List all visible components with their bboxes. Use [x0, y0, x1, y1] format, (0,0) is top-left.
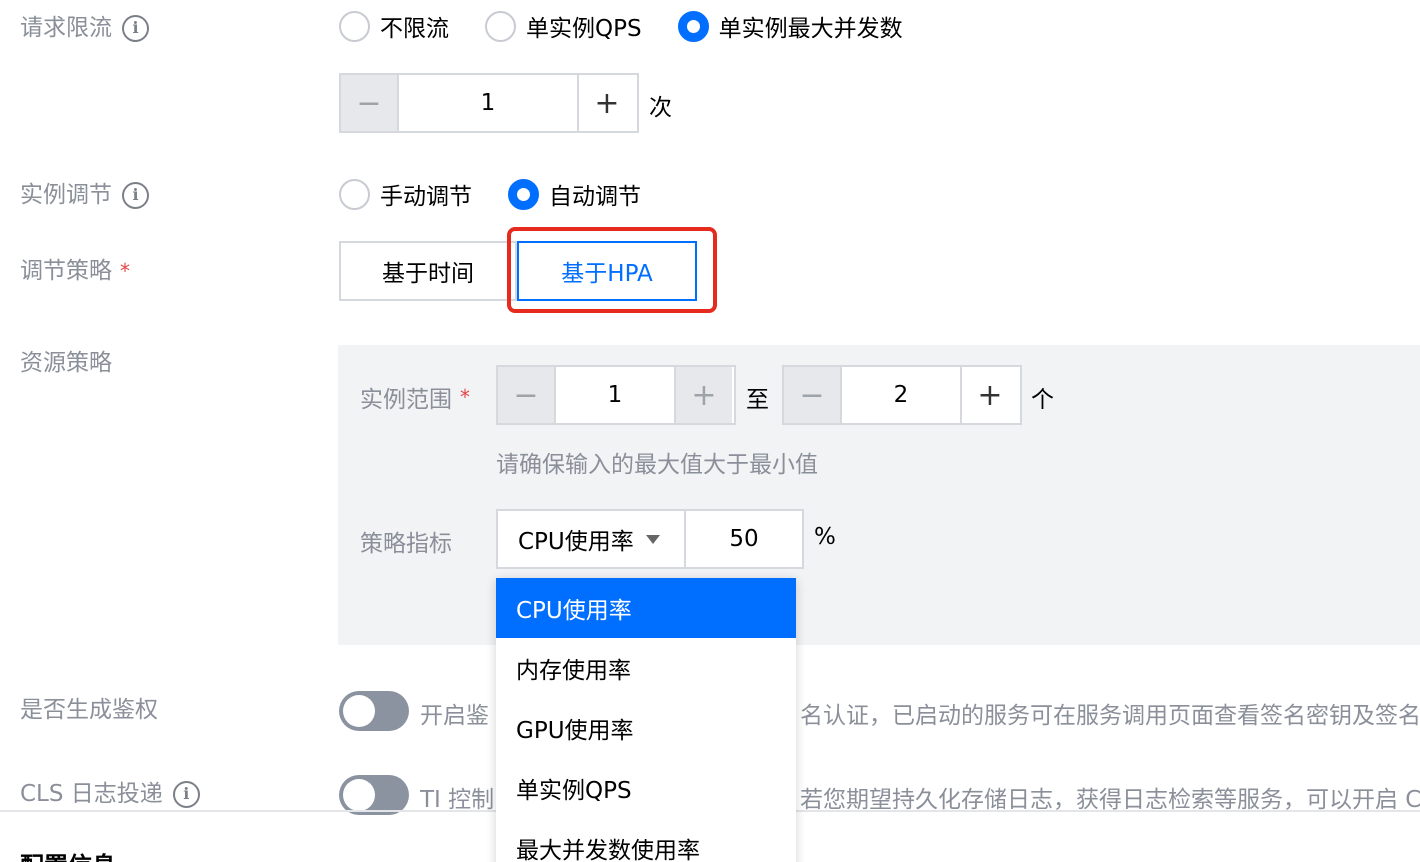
resource-policy-label: 资源策略	[20, 350, 112, 376]
instance-max-value[interactable]: 2	[842, 367, 960, 423]
radio-label: 不限流	[380, 16, 449, 42]
metric-label: 策略指标	[360, 531, 452, 557]
required-mark: *	[120, 259, 130, 283]
adjust-policy-label-text: 调节策略	[20, 258, 112, 284]
decrement-button[interactable]: −	[784, 367, 842, 423]
rate-limit-stepper: − 1 +	[339, 73, 639, 133]
decrement-button[interactable]: −	[341, 75, 399, 131]
required-mark: *	[460, 385, 470, 409]
instance-max-stepper: − 2 +	[782, 365, 1022, 425]
instance-range-label: 实例范围 *	[360, 380, 470, 414]
dropdown-option-memory[interactable]: 内存使用率	[496, 638, 796, 698]
cls-desc-left: TI 控制	[420, 787, 495, 813]
radio-no-limit[interactable]: 不限流	[339, 9, 449, 43]
section-title: 配置信息	[20, 846, 116, 862]
auth-desc-right: 名认证，已启动的服务可在服务调用页面查看签名密钥及签名	[800, 703, 1420, 729]
decrement-button[interactable]: −	[498, 367, 556, 423]
instance-adjust-label-text: 实例调节	[20, 182, 112, 208]
adjust-policy-label: 调节策略 *	[20, 255, 130, 287]
radio-auto-adjust[interactable]: 自动调节	[508, 177, 641, 211]
increment-button[interactable]: +	[577, 75, 635, 131]
highlight-box	[507, 227, 717, 313]
metric-select: CPU使用率 50	[496, 509, 804, 569]
radio-single-qps[interactable]: 单实例QPS	[485, 9, 642, 43]
metric-unit: %	[814, 524, 836, 550]
increment-button[interactable]: +	[960, 367, 1018, 423]
range-to-label: 至	[746, 387, 769, 413]
instance-adjust-label: 实例调节 i	[20, 179, 149, 211]
dropdown-option-max-concurrency[interactable]: 最大并发数使用率	[496, 818, 796, 862]
toggle-knob	[343, 695, 375, 727]
radio-circle	[339, 10, 370, 42]
rate-limit-radio-group: 不限流 单实例QPS 单实例最大并发数	[339, 9, 939, 43]
metric-value-input[interactable]: 50	[686, 511, 802, 567]
auth-label: 是否生成鉴权	[20, 697, 158, 723]
radio-circle	[339, 178, 370, 210]
increment-button[interactable]: +	[674, 367, 732, 423]
range-unit: 个	[1031, 387, 1054, 413]
cls-label-text: CLS 日志投递	[20, 781, 163, 807]
cls-toggle[interactable]	[339, 775, 409, 815]
toggle-knob	[343, 779, 375, 811]
metric-selected-value: CPU使用率	[518, 529, 634, 555]
radio-label: 手动调节	[380, 184, 472, 210]
rate-limit-unit: 次	[649, 95, 672, 121]
radio-circle	[508, 178, 539, 210]
metric-dropdown-trigger[interactable]: CPU使用率	[498, 511, 686, 567]
radio-circle	[677, 10, 709, 42]
range-hint: 请确保输入的最大值大于最小值	[496, 452, 818, 478]
metric-dropdown-menu: CPU使用率 内存使用率 GPU使用率 单实例QPS 最大并发数使用率	[496, 578, 796, 862]
rate-limit-label-text: 请求限流	[20, 15, 112, 41]
auth-desc-left: 开启鉴	[420, 703, 489, 729]
info-icon[interactable]: i	[122, 14, 149, 42]
dropdown-option-gpu[interactable]: GPU使用率	[496, 698, 796, 758]
radio-label: 单实例最大并发数	[718, 16, 903, 42]
radio-max-concurrency[interactable]: 单实例最大并发数	[677, 9, 903, 43]
cls-label: CLS 日志投递 i	[20, 778, 200, 810]
instance-range-label-text: 实例范围	[360, 387, 452, 413]
info-icon[interactable]: i	[172, 780, 200, 808]
cls-desc-right: 若您期望持久化存储日志，获得日志检索等服务，可以开启 C	[800, 787, 1420, 813]
radio-circle	[485, 10, 516, 42]
caret-down-icon	[645, 534, 660, 544]
dropdown-option-qps[interactable]: 单实例QPS	[496, 758, 796, 818]
instance-adjust-radio-group: 手动调节 自动调节	[339, 177, 677, 211]
instance-min-value[interactable]: 1	[556, 367, 674, 423]
radio-manual-adjust[interactable]: 手动调节	[339, 177, 472, 211]
instance-min-stepper: − 1 +	[496, 365, 736, 425]
info-icon[interactable]: i	[122, 181, 149, 209]
segment-time-based[interactable]: 基于时间	[339, 241, 517, 301]
dropdown-option-cpu[interactable]: CPU使用率	[496, 578, 796, 638]
radio-label: 自动调节	[549, 184, 641, 210]
rate-limit-label: 请求限流 i	[20, 12, 149, 44]
rate-limit-value[interactable]: 1	[399, 75, 577, 131]
radio-label: 单实例QPS	[526, 16, 642, 42]
auth-toggle[interactable]	[339, 691, 409, 731]
